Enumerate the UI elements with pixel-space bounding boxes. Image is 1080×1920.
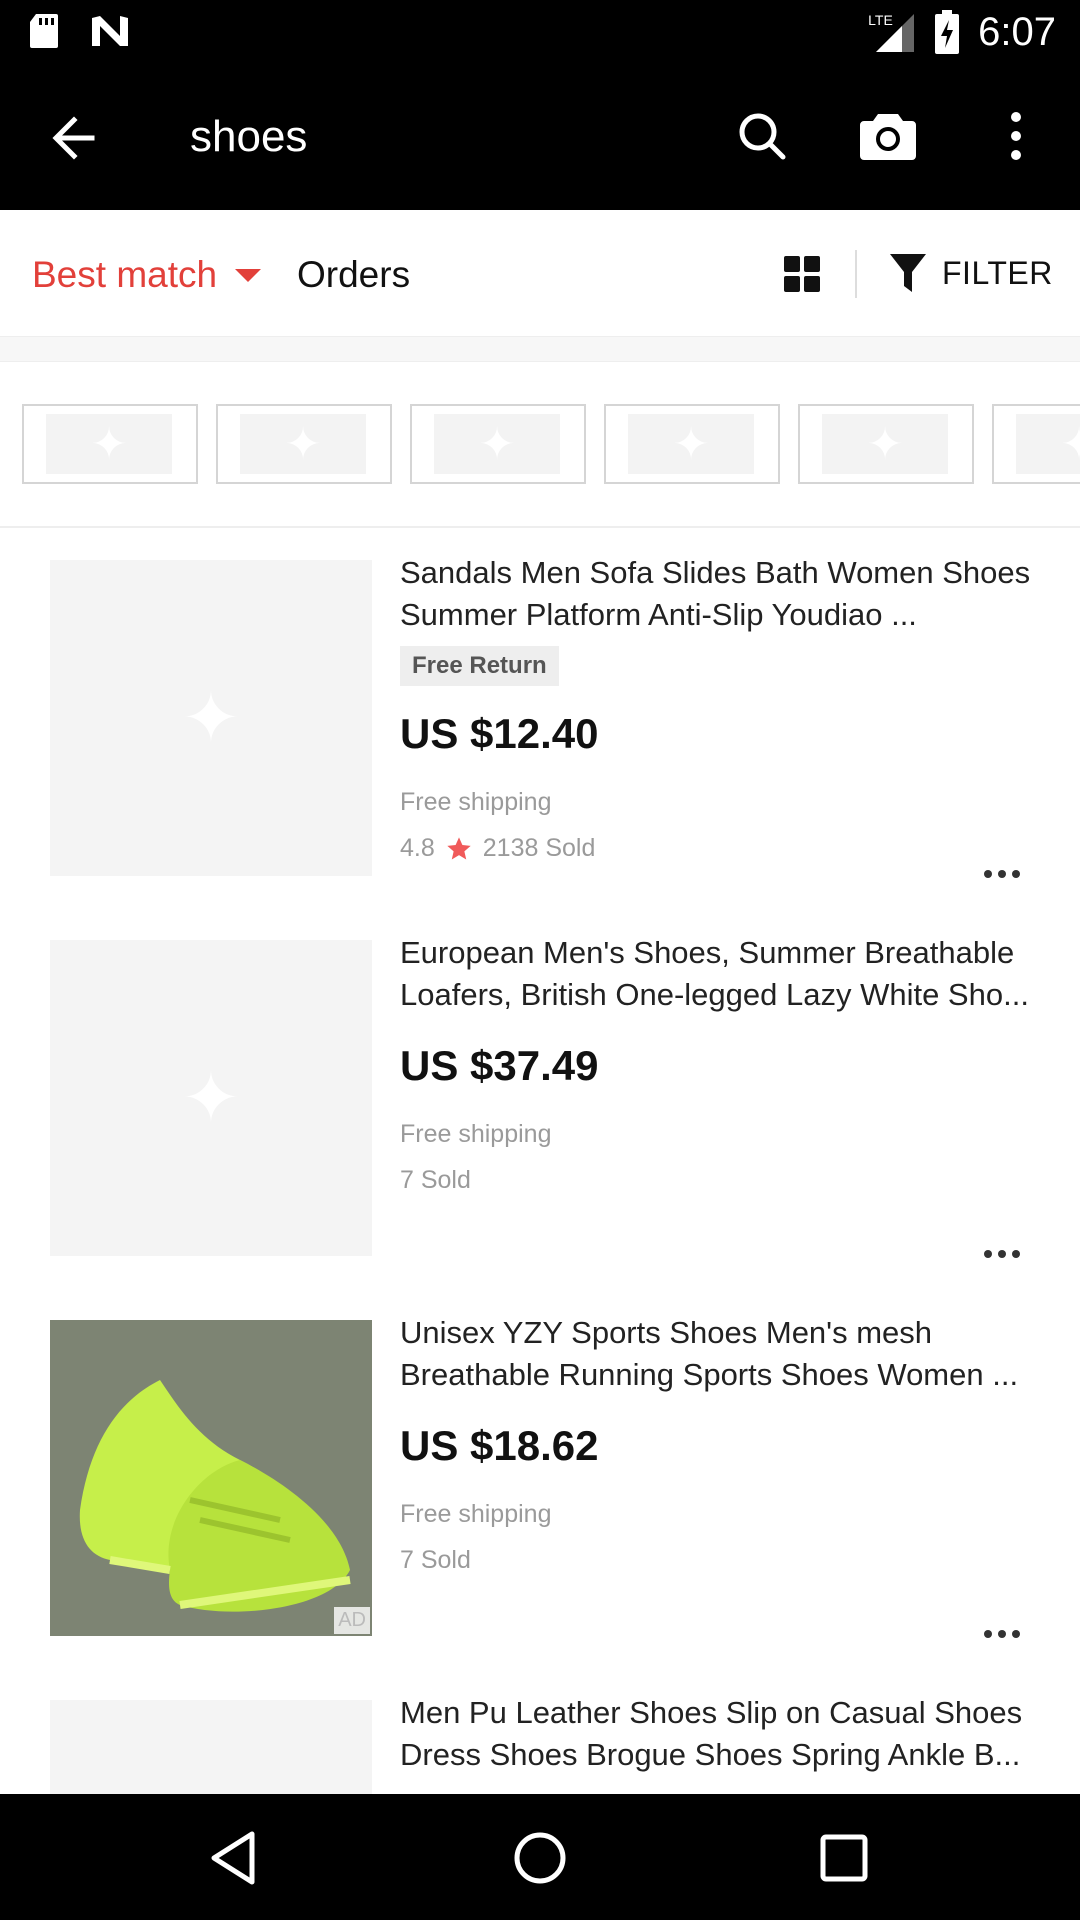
camera-button[interactable]: [856, 104, 920, 168]
product-price: US $37.49: [400, 1042, 599, 1089]
product-meta: 7 Sold: [400, 1546, 471, 1575]
camera-icon: [860, 114, 916, 160]
more-options-button[interactable]: [984, 104, 1048, 168]
product-shipping: Free shipping: [400, 788, 552, 816]
placeholder-sparkle-icon: ✦: [181, 679, 241, 757]
signal-icon: LTE: [868, 10, 916, 54]
sd-card-icon: [30, 14, 58, 48]
more-horiz-icon[interactable]: [984, 864, 1024, 884]
placeholder-sparkle-icon: ✦: [822, 414, 948, 474]
product-sold: 2138 Sold: [482, 834, 596, 862]
product-price: US $18.62: [400, 1422, 599, 1469]
star-icon: [447, 836, 471, 859]
product-image[interactable]: ✦: [50, 940, 372, 1256]
dropdown-triangle-icon: [235, 268, 262, 282]
category-thumbnail[interactable]: ✦: [216, 404, 392, 484]
placeholder-sparkle-icon: ✦: [181, 1059, 241, 1137]
ad-label: AD: [334, 1607, 370, 1634]
app-bar: shoes: [0, 64, 1080, 210]
product-title[interactable]: Men Pu Leather Shoes Slip on Casual Shoe…: [400, 1692, 1032, 1776]
search-icon: [739, 113, 786, 160]
product-sold: 7 Sold: [400, 1166, 471, 1194]
product-sold: 7 Sold: [400, 1546, 471, 1574]
filter-icon: [890, 254, 926, 292]
free-return-badge: Free Return: [400, 646, 559, 686]
product-meta: 4.8 2138 Sold: [400, 834, 595, 863]
product-shipping: Free shipping: [400, 1500, 552, 1528]
product-image[interactable]: AD: [50, 1320, 372, 1636]
product-title[interactable]: European Men's Shoes, Summer Breathable …: [400, 932, 1032, 1016]
product-list-item[interactable]: ✦ European Men's Shoes, Summer Breathabl…: [0, 908, 1080, 1290]
more-horiz-icon[interactable]: [984, 1244, 1024, 1264]
product-rating: 4.8: [400, 834, 435, 862]
filter-button[interactable]: FILTER: [888, 252, 1053, 294]
sort-best-match-label: Best match: [32, 254, 218, 295]
search-query[interactable]: shoes: [190, 112, 307, 162]
nav-recents-icon[interactable]: [814, 1828, 874, 1888]
nav-back-icon[interactable]: [206, 1828, 266, 1888]
product-shipping: Free shipping: [400, 1120, 552, 1148]
category-thumbnail[interactable]: ✦: [798, 404, 974, 484]
sort-divider: [855, 250, 857, 298]
clock: 6:07: [978, 10, 1056, 54]
product-price: US $12.40: [400, 710, 599, 757]
product-list-item[interactable]: AD Unisex YZY Sports Shoes Men's mesh Br…: [0, 1288, 1080, 1670]
product-image[interactable]: ✦: [50, 560, 372, 876]
product-image[interactable]: [50, 1700, 372, 1794]
category-thumbnail[interactable]: ✦: [410, 404, 586, 484]
sneaker-image: [50, 1320, 372, 1636]
product-title[interactable]: Unisex YZY Sports Shoes Men's mesh Breat…: [400, 1312, 1032, 1396]
placeholder-sparkle-icon: ✦: [240, 414, 366, 474]
product-meta: 7 Sold: [400, 1166, 471, 1195]
battery-icon: [935, 10, 960, 54]
back-arrow-icon[interactable]: [46, 110, 102, 166]
section-gap: [0, 337, 1080, 362]
system-nav-bar: [0, 1794, 1080, 1920]
sort-orders[interactable]: Orders: [297, 254, 410, 296]
placeholder-sparkle-icon: ✦: [1016, 414, 1080, 474]
category-thumbnail[interactable]: ✦: [604, 404, 780, 484]
n-notification-icon: [92, 16, 128, 46]
more-horiz-icon[interactable]: [984, 1624, 1024, 1644]
nav-home-icon[interactable]: [510, 1828, 570, 1888]
product-list-item[interactable]: ✦ Sandals Men Sofa Slides Bath Women Sho…: [0, 528, 1080, 910]
more-vert-icon: [1011, 112, 1021, 160]
placeholder-sparkle-icon: ✦: [434, 414, 560, 474]
placeholder-sparkle-icon: ✦: [628, 414, 754, 474]
category-thumbnail[interactable]: ✦: [22, 404, 198, 484]
category-thumbnail-row: ✦ ✦ ✦ ✦ ✦ ✦: [0, 362, 1080, 528]
product-list-item[interactable]: Men Pu Leather Shoes Slip on Casual Shoe…: [0, 1668, 1080, 1794]
search-button[interactable]: [730, 104, 794, 168]
product-title[interactable]: Sandals Men Sofa Slides Bath Women Shoes…: [400, 552, 1032, 636]
grid-view-icon[interactable]: [784, 256, 820, 292]
placeholder-sparkle-icon: ✦: [46, 414, 172, 474]
filter-label: FILTER: [942, 254, 1053, 291]
category-thumbnail[interactable]: ✦: [992, 404, 1080, 484]
sort-best-match[interactable]: Best match: [32, 254, 262, 296]
status-bar: LTE 6:07: [0, 0, 1080, 64]
